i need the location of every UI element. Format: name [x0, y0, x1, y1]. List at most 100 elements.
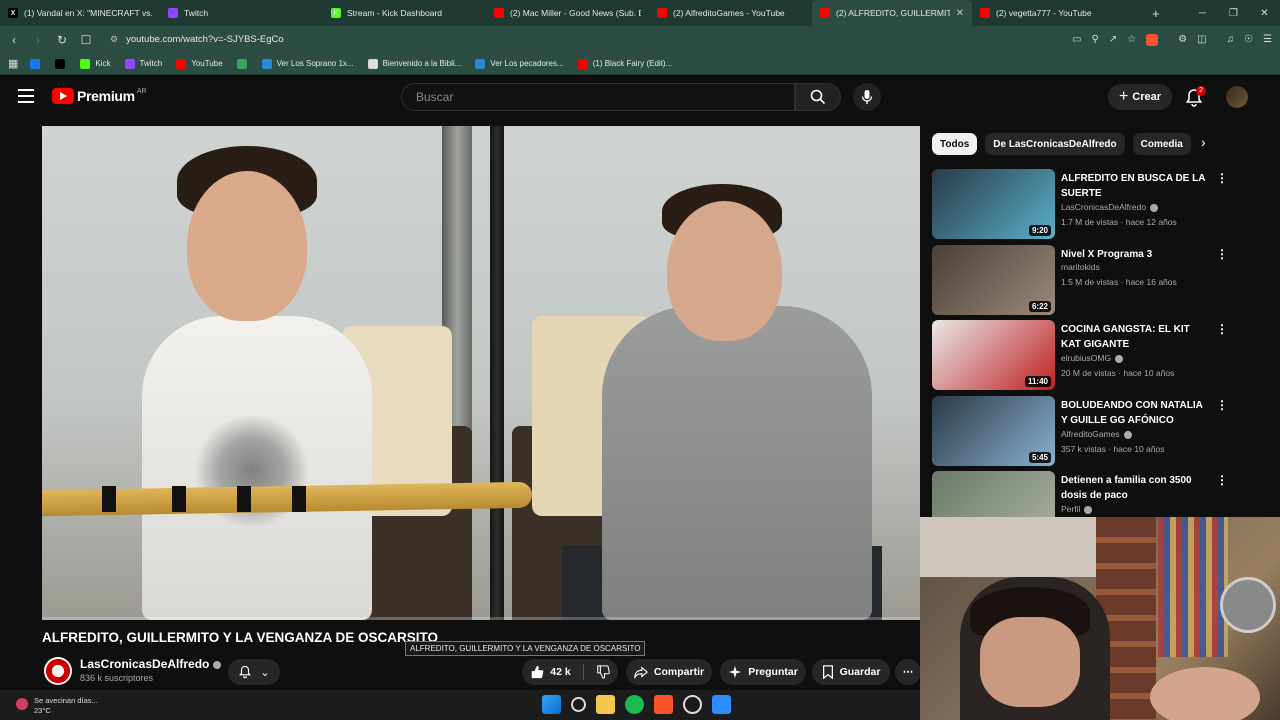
url-text[interactable]: youtube.com/watch?v=-SJYBS-EgCo: [126, 34, 284, 45]
recommended-video[interactable]: 6:22 Nivel X Programa 3 maritokids 1.5 M de…: [932, 245, 1267, 315]
recommended-channel[interactable]: AlfreditoGames: [1061, 429, 1132, 439]
browser-tab[interactable]: K Stream - Kick Dashboard: [323, 0, 486, 26]
bookmark-item[interactable]: YouTube: [176, 58, 223, 69]
minimize-icon[interactable]: ─: [1187, 8, 1218, 19]
bookmark-item[interactable]: [30, 58, 45, 69]
subscription-notification-button[interactable]: ⌄: [228, 659, 280, 685]
brave-shield-icon[interactable]: [1146, 33, 1159, 46]
recommended-title[interactable]: Detienen a familia con 3500 dosis de pac…: [1061, 473, 1211, 503]
file-explorer-icon[interactable]: [596, 695, 615, 714]
channel-avatar[interactable]: [44, 657, 72, 685]
obs-icon[interactable]: [683, 695, 702, 714]
extensions-icon[interactable]: ⚙: [1178, 34, 1187, 45]
zoom-icon[interactable]: ⚲: [1091, 34, 1098, 45]
channel-name[interactable]: LasCronicasDeAlfredo: [80, 657, 222, 671]
more-vertical-icon[interactable]: ⋮: [1216, 398, 1228, 412]
recommended-video[interactable]: 9:20 ALFREDITO EN BUSCA DE LA SUERTE LasCr…: [932, 169, 1267, 239]
reload-icon[interactable]: ↻: [52, 33, 72, 47]
voice-search-button[interactable]: [853, 83, 881, 111]
chevron-right-icon[interactable]: ›: [1201, 134, 1206, 150]
filter-chip[interactable]: Comedia: [1132, 133, 1191, 155]
browser-tab[interactable]: (2) ALFREDITO, GUILLERMITO ✕: [812, 0, 972, 26]
search-button[interactable]: [795, 83, 841, 111]
music-icon[interactable]: ♫: [1227, 34, 1235, 45]
zoom-app-icon[interactable]: [712, 695, 731, 714]
browser-tab[interactable]: X (1) Vandal en X: "MINECRAFT vs. HY: [0, 0, 160, 26]
recommended-title[interactable]: COCINA GANGSTA: EL KIT KAT GIGANTE: [1061, 322, 1211, 352]
recommended-channel[interactable]: LasCronicasDeAlfredo: [1061, 202, 1159, 212]
bookmark-item[interactable]: [55, 58, 70, 69]
bookmark-item[interactable]: Bienvenido a la Bibli...: [367, 58, 461, 69]
restore-icon[interactable]: ❐: [1218, 8, 1249, 19]
browser-tab[interactable]: (2) vegetta777 - YouTube: [972, 0, 1132, 26]
video-thumbnail[interactable]: 6:22: [932, 245, 1055, 315]
forward-icon[interactable]: ›: [28, 33, 48, 47]
video-progress-bar[interactable]: [42, 617, 920, 620]
ask-button[interactable]: Preguntar: [720, 659, 806, 685]
vpn-icon[interactable]: ☉: [1244, 34, 1253, 45]
windows-start-icon[interactable]: [542, 695, 561, 714]
menu-icon[interactable]: ☰: [1263, 34, 1272, 45]
bookmark-item[interactable]: Ver Los Soprano 1x...: [261, 58, 354, 69]
browser-tab[interactable]: Twitch: [160, 0, 323, 26]
more-actions-button[interactable]: ⋯: [895, 659, 921, 685]
video-thumbnail[interactable]: 9:20: [932, 169, 1055, 239]
video-player[interactable]: [42, 126, 920, 620]
more-vertical-icon[interactable]: ⋮: [1216, 322, 1228, 336]
more-vertical-icon[interactable]: ⋮: [1216, 171, 1228, 185]
spotify-icon[interactable]: [625, 695, 644, 714]
like-count[interactable]: 42 k: [550, 666, 570, 678]
bookmark-item[interactable]: (1) Black Fairy (Edit)...: [577, 58, 672, 69]
star-icon[interactable]: ☆: [1127, 34, 1136, 45]
recommended-channel[interactable]: Perfil: [1061, 504, 1093, 514]
close-window-icon[interactable]: ✕: [1249, 8, 1280, 19]
recommended-video[interactable]: 5:45 BOLUDEANDO CON NATALIA Y GUILLE GG A…: [932, 396, 1267, 466]
search-input[interactable]: [402, 84, 794, 110]
recommended-channel-name[interactable]: maritokids: [1061, 262, 1100, 272]
new-tab-icon[interactable]: +: [1152, 6, 1160, 21]
youtube-logo[interactable]: Premium AR: [52, 88, 147, 104]
bookmark-item[interactable]: Kick: [80, 58, 111, 69]
recommended-title[interactable]: ALFREDITO EN BUSCA DE LA SUERTE: [1061, 171, 1211, 201]
search-taskbar-icon[interactable]: [571, 697, 586, 712]
save-button[interactable]: Guardar: [812, 659, 890, 685]
cast-icon[interactable]: ▭: [1072, 34, 1081, 45]
video-thumbnail[interactable]: [932, 471, 1055, 517]
recommended-channel-name[interactable]: Perfil: [1061, 504, 1080, 514]
share-button[interactable]: Compartir: [626, 659, 712, 685]
share-page-icon[interactable]: ↗: [1109, 34, 1117, 45]
recommended-channel-name[interactable]: elrubiusOMG: [1061, 353, 1111, 363]
recommended-channel[interactable]: elrubiusOMG: [1061, 353, 1124, 363]
filter-chip[interactable]: De LasCronicasDeAlfredo: [985, 133, 1125, 155]
back-icon[interactable]: ‹: [4, 33, 24, 47]
recommended-video[interactable]: Detienen a familia con 3500 dosis de pac…: [932, 471, 1267, 517]
recommended-video[interactable]: 11:40 COCINA GANGSTA: EL KIT KAT GIGANTE e…: [932, 320, 1267, 390]
recommended-channel-name[interactable]: LasCronicasDeAlfredo: [1061, 202, 1146, 212]
bookmark-item[interactable]: Ver Los pecadores...: [475, 58, 564, 69]
apps-grid-icon[interactable]: ▦: [8, 57, 18, 70]
recommended-channel-name[interactable]: AlfreditoGames: [1061, 429, 1120, 439]
tab-close-icon[interactable]: ✕: [956, 8, 964, 19]
recommended-title[interactable]: Nivel X Programa 3: [1061, 247, 1211, 262]
sidebar-icon[interactable]: ◫: [1197, 34, 1206, 45]
bookmark-item[interactable]: Twitch: [124, 58, 162, 69]
menu-hamburger-icon[interactable]: [18, 89, 34, 103]
browser-tab[interactable]: (2) AlfreditoGames - YouTube: [649, 0, 812, 26]
dislike-icon[interactable]: [596, 665, 610, 679]
like-icon[interactable]: [530, 665, 544, 679]
brave-browser-icon[interactable]: [654, 695, 673, 714]
channel-name-text[interactable]: LasCronicasDeAlfredo: [80, 657, 209, 671]
video-thumbnail[interactable]: 11:40: [932, 320, 1055, 390]
video-thumbnail[interactable]: 5:45: [932, 396, 1055, 466]
recommended-title[interactable]: BOLUDEANDO CON NATALIA Y GUILLE GG AFÓNI…: [1061, 398, 1211, 428]
more-vertical-icon[interactable]: ⋮: [1216, 247, 1228, 261]
weather-widget[interactable]: Se avecinan días... 23°C: [34, 696, 98, 716]
recommended-channel[interactable]: maritokids: [1061, 262, 1100, 272]
create-button[interactable]: + Crear: [1108, 84, 1172, 110]
account-avatar[interactable]: [1226, 86, 1248, 108]
browser-tab[interactable]: (2) Mac Miller - Good News (Sub. Es: [486, 0, 649, 26]
bookmark-icon[interactable]: ☐: [76, 33, 96, 47]
more-vertical-icon[interactable]: ⋮: [1216, 473, 1228, 487]
weather-icon[interactable]: [16, 698, 28, 710]
filter-chip[interactable]: Todos: [932, 133, 978, 155]
